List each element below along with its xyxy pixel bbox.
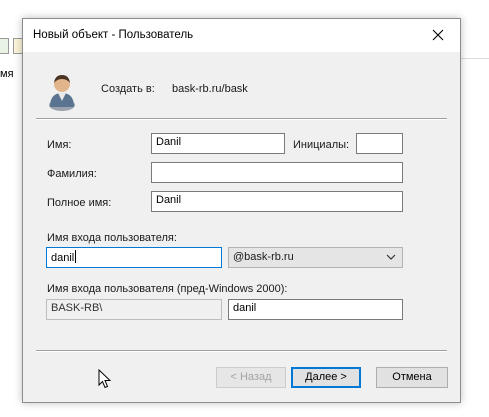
create-in-label: Создать в:: [101, 83, 155, 95]
toolbar-icon[interactable]: [0, 38, 9, 54]
legacy-domain-field: BASK-RB\: [46, 299, 222, 320]
mouse-pointer-icon: [98, 369, 111, 389]
legacy-logon-field[interactable]: danil: [228, 299, 403, 320]
next-button[interactable]: Далее >: [291, 367, 361, 388]
legacy-logon-label: Имя входа пользователя (пред-Windows 200…: [47, 283, 288, 295]
close-icon: [432, 29, 444, 41]
logon-name-value: danil: [51, 252, 75, 264]
initials-field[interactable]: [356, 133, 403, 154]
new-user-dialog: Новый объект - Пользователь Создать в: b…: [22, 18, 461, 403]
full-name-label: Полное имя:: [47, 197, 112, 209]
upn-suffix-value: @bask-rb.ru: [233, 251, 294, 263]
title-bar[interactable]: Новый объект - Пользователь: [23, 19, 460, 52]
text-caret: [75, 250, 77, 263]
create-in-path: bask-rb.ru/bask: [172, 83, 248, 95]
user-icon: [49, 75, 75, 111]
first-name-field[interactable]: Danil: [151, 133, 285, 154]
cancel-button[interactable]: Отмена: [376, 367, 448, 388]
logon-name-label: Имя входа пользователя:: [47, 232, 177, 244]
separator: [36, 350, 447, 352]
upn-suffix-dropdown[interactable]: @bask-rb.ru: [228, 247, 403, 268]
full-name-field[interactable]: Danil: [151, 191, 403, 212]
chevron-down-icon: [386, 254, 396, 260]
logon-name-field[interactable]: danil: [46, 247, 222, 268]
initials-label: Инициалы:: [293, 139, 350, 151]
separator: [36, 118, 447, 120]
last-name-label: Фамилия:: [47, 168, 97, 180]
background-divider: [461, 58, 489, 59]
last-name-field[interactable]: [151, 162, 403, 183]
first-name-label: Имя:: [47, 139, 72, 151]
dialog-title: Новый объект - Пользователь: [33, 29, 194, 41]
close-button[interactable]: [416, 19, 460, 52]
background-tree-text: мя: [0, 68, 14, 80]
back-button[interactable]: < Назад: [216, 367, 286, 388]
